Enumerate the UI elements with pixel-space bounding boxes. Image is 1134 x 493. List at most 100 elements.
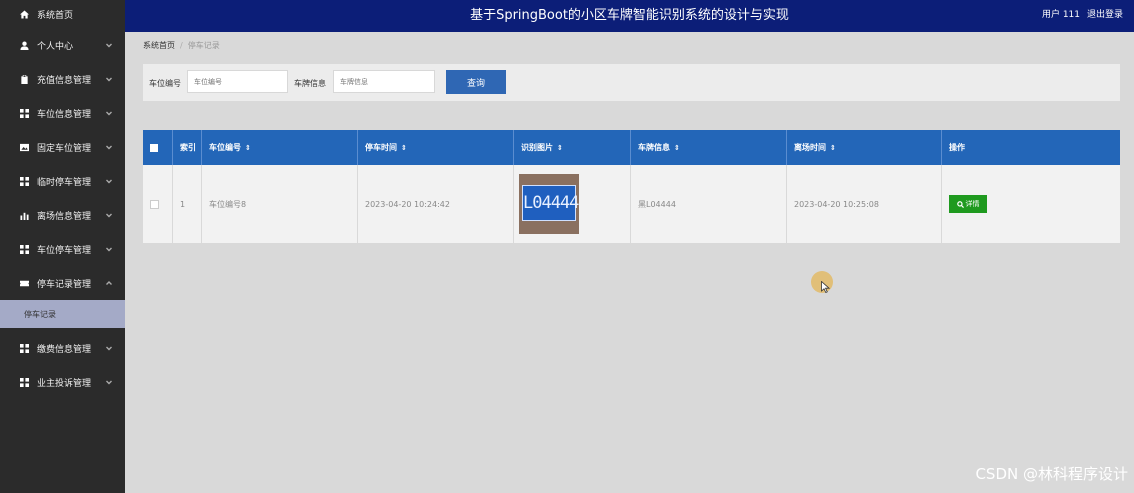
slot-number-label: 车位编号: [149, 79, 181, 88]
chevron-down-icon: [105, 143, 113, 151]
cell-leave-time: 2023-04-20 10:25:08: [787, 165, 942, 243]
breadcrumb: 系统首页 / 停车记录: [143, 40, 220, 51]
chevron-down-icon: [105, 344, 113, 352]
sidebar-item-personal[interactable]: 个人中心: [0, 28, 125, 62]
col-park-time-label: 停车时间: [365, 143, 397, 152]
sidebar: 系统首页 个人中心 充值信息管理 车位信息管理 固定车位管理 临时停车管理 离场…: [0, 0, 125, 493]
sidebar-item-label: 离场信息管理: [37, 211, 92, 222]
cell-slot-number: 车位编号8: [202, 165, 358, 243]
sidebar-item-temp-parking[interactable]: 临时停车管理: [0, 164, 125, 198]
top-header: 基于SpringBoot的小区车牌智能识别系统的设计与实现 用户 111 退出登…: [125, 0, 1134, 32]
mouse-cursor-icon: [821, 281, 830, 293]
col-index: 索引: [173, 130, 202, 165]
chevron-down-icon: [105, 109, 113, 117]
plate-image-text: L04444: [522, 185, 579, 221]
chevron-down-icon: [105, 245, 113, 253]
sidebar-item-label: 车位停车管理: [37, 245, 92, 256]
user-icon: [19, 40, 29, 50]
sidebar-subitem-label: 停车记录: [24, 309, 56, 319]
sidebar-item-label: 充值信息管理: [37, 75, 92, 86]
grid-icon: [19, 108, 29, 118]
sidebar-item-label: 业主投诉管理: [37, 378, 92, 389]
col-plate-info[interactable]: 车牌信息 ⇕: [631, 130, 787, 165]
plate-info-input[interactable]: [333, 70, 435, 93]
sort-icon: ⇕: [245, 143, 251, 152]
user-label: 用户 111: [1041, 10, 1080, 20]
cell-index: 1: [173, 165, 202, 243]
sidebar-item-payment[interactable]: 缴费信息管理: [0, 331, 125, 365]
col-image[interactable]: 识别图片 ⇕: [514, 130, 631, 165]
sidebar-item-complaints[interactable]: 业主投诉管理: [0, 365, 125, 399]
cell-plate-info: 黑L04444: [631, 165, 787, 243]
select-all-cell: [143, 130, 173, 165]
sidebar-item-label: 临时停车管理: [37, 177, 92, 188]
breadcrumb-current: 停车记录: [187, 41, 220, 50]
search-panel: 车位编号 车牌信息 查询: [143, 64, 1120, 101]
col-action: 操作: [942, 130, 1120, 165]
search-button[interactable]: 查询: [446, 70, 506, 94]
logout-link[interactable]: 退出登录: [1087, 0, 1123, 30]
select-all-checkbox[interactable]: [150, 143, 158, 152]
cell-park-time: 2023-04-20 10:24:42: [358, 165, 514, 243]
clipboard-icon: [19, 74, 29, 84]
chevron-down-icon: [105, 75, 113, 83]
breadcrumb-home[interactable]: 系统首页: [143, 41, 175, 50]
sidebar-item-home[interactable]: 系统首页: [0, 0, 125, 28]
sidebar-item-label: 系统首页: [37, 10, 74, 21]
sidebar-item-label: 固定车位管理: [37, 143, 92, 154]
search-icon: [956, 200, 964, 208]
ticket-icon: [19, 278, 29, 288]
table-row: 1 车位编号8 2023-04-20 10:24:42 L04444 黑L044…: [143, 165, 1120, 243]
sidebar-item-recharge[interactable]: 充值信息管理: [0, 62, 125, 96]
detail-button[interactable]: 详情: [949, 195, 987, 213]
breadcrumb-separator: /: [180, 41, 183, 50]
chevron-down-icon: [105, 211, 113, 219]
sidebar-item-slot-parking[interactable]: 车位停车管理: [0, 232, 125, 266]
sidebar-item-fixed-slot[interactable]: 固定车位管理: [0, 130, 125, 164]
parking-records-table: 索引 车位编号 ⇕ 停车时间 ⇕ 识别图片 ⇕ 车牌信息 ⇕ 离场时间 ⇕ 操作 1 车位…: [143, 130, 1120, 243]
row-select-cell: [143, 165, 173, 243]
app-title: 基于SpringBoot的小区车牌智能识别系统的设计与实现: [470, 8, 789, 23]
col-slot-number[interactable]: 车位编号 ⇕: [202, 130, 358, 165]
sort-icon: ⇕: [830, 143, 836, 152]
cell-image: L04444: [514, 165, 631, 243]
sort-icon: ⇕: [401, 143, 407, 152]
sidebar-item-label: 个人中心: [37, 41, 74, 52]
slot-number-input[interactable]: [187, 70, 288, 93]
sidebar-item-slot-info[interactable]: 车位信息管理: [0, 96, 125, 130]
grid-icon: [19, 176, 29, 186]
chevron-up-icon: [105, 279, 113, 287]
home-icon: [19, 9, 29, 19]
col-leave-time-label: 离场时间: [794, 143, 826, 152]
grid-icon: [19, 244, 29, 254]
row-checkbox[interactable]: [150, 199, 159, 209]
col-plate-info-label: 车牌信息: [638, 143, 670, 152]
grid-icon: [19, 377, 29, 387]
col-slot-number-label: 车位编号: [209, 143, 241, 152]
plate-image[interactable]: L04444: [519, 174, 579, 234]
sidebar-item-label: 车位信息管理: [37, 109, 92, 120]
sidebar-subitem-parking-record[interactable]: 停车记录: [0, 300, 125, 328]
col-park-time[interactable]: 停车时间 ⇕: [358, 130, 514, 165]
sidebar-item-label: 停车记录管理: [37, 279, 92, 290]
col-image-label: 识别图片: [521, 143, 553, 152]
grid-icon: [19, 343, 29, 353]
sidebar-item-departure[interactable]: 离场信息管理: [0, 198, 125, 232]
bar-chart-icon: [19, 210, 29, 220]
detail-button-label: 详情: [965, 200, 980, 208]
cell-action: 详情: [942, 165, 1120, 243]
plate-info-label: 车牌信息: [294, 79, 326, 88]
chevron-down-icon: [105, 41, 113, 49]
sort-icon: ⇕: [557, 143, 563, 152]
sidebar-item-label: 缴费信息管理: [37, 344, 92, 355]
sort-icon: ⇕: [674, 143, 680, 152]
sidebar-item-parking-records[interactable]: 停车记录管理: [0, 266, 125, 300]
col-action-label: 操作: [949, 143, 965, 152]
table-header: 索引 车位编号 ⇕ 停车时间 ⇕ 识别图片 ⇕ 车牌信息 ⇕ 离场时间 ⇕ 操作: [143, 130, 1120, 165]
chevron-down-icon: [105, 378, 113, 386]
col-index-label: 索引: [180, 143, 196, 152]
chevron-down-icon: [105, 177, 113, 185]
image-icon: [19, 142, 29, 152]
watermark: CSDN @林科程序设计: [975, 465, 1128, 483]
col-leave-time[interactable]: 离场时间 ⇕: [787, 130, 942, 165]
